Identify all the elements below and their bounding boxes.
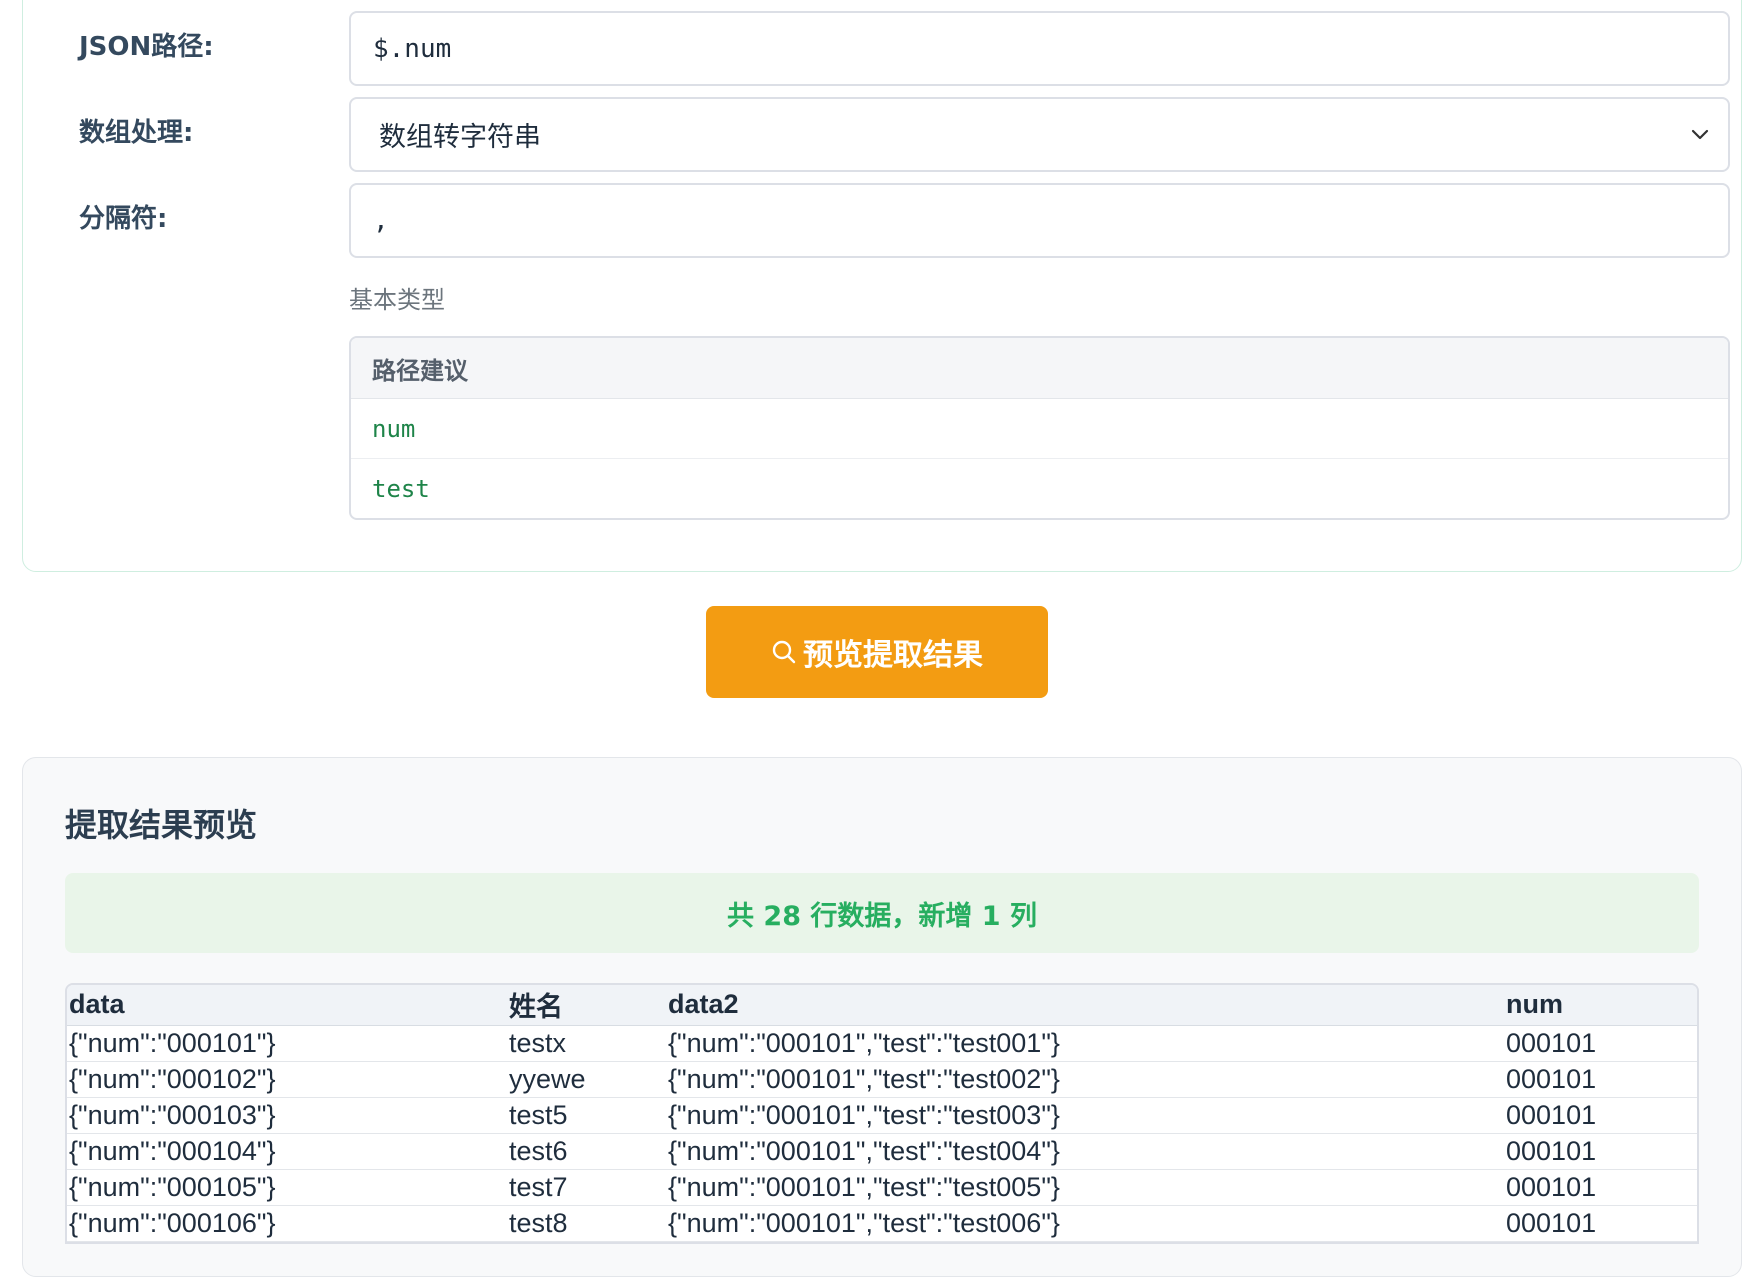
table-row: {"num":"000104"} test6 {"num":"000101","… (67, 1133, 1697, 1170)
array-handling-selected: 数组转字符串 (379, 122, 541, 153)
result-preview-card: 提取结果预览 共 28 行数据，新增 1 列 data 姓名 data2 num… (22, 757, 1742, 1277)
table-cell: {"num":"000101","test":"test002"} (666, 1061, 1504, 1098)
table-cell: 000101 (1504, 1133, 1697, 1170)
separator-value: , (373, 205, 389, 236)
table-cell: {"num":"000101","test":"test001"} (666, 1025, 1504, 1062)
table-cell: {"num":"000101","test":"test005"} (666, 1169, 1504, 1206)
chevron-down-icon (1690, 125, 1710, 145)
array-handling-label: 数组处理: (79, 118, 194, 148)
column-header: num (1504, 985, 1697, 1026)
table-cell: {"num":"000101"} (67, 1025, 507, 1062)
result-table: data 姓名 data2 num {"num":"000101"} testx… (65, 983, 1699, 1244)
table-cell: 000101 (1504, 1025, 1697, 1062)
path-suggestion-item[interactable]: test (351, 459, 1728, 518)
table-cell: 000101 (1504, 1097, 1697, 1134)
column-header: data (67, 985, 507, 1026)
table-row: {"num":"000102"} yyewe {"num":"000101","… (67, 1061, 1697, 1098)
table-cell: {"num":"000101","test":"test003"} (666, 1097, 1504, 1134)
json-path-value: $.num (373, 33, 452, 64)
table-cell: {"num":"000101","test":"test004"} (666, 1133, 1504, 1170)
table-cell: 000101 (1504, 1205, 1697, 1242)
table-cell: test8 (507, 1205, 666, 1242)
table-row: {"num":"000103"} test5 {"num":"000101","… (67, 1097, 1697, 1134)
table-cell: testx (507, 1025, 666, 1062)
table-cell: test7 (507, 1169, 666, 1206)
result-summary: 共 28 行数据，新增 1 列 (65, 873, 1699, 953)
preview-extract-label: 预览提取结果 (803, 639, 983, 672)
type-hint: 基本类型 (349, 286, 445, 314)
preview-extract-button[interactable]: 预览提取结果 (706, 606, 1048, 698)
json-path-label: JSON路径: (79, 32, 214, 62)
json-path-input[interactable]: $.num (349, 11, 1730, 86)
search-icon (771, 639, 797, 665)
table-cell: {"num":"000103"} (67, 1097, 507, 1134)
result-title: 提取结果预览 (65, 806, 258, 844)
table-cell: {"num":"000102"} (67, 1061, 507, 1098)
table-cell: {"num":"000104"} (67, 1133, 507, 1170)
separator-input[interactable]: , (349, 183, 1730, 258)
table-header-row: data 姓名 data2 num (67, 985, 1697, 1026)
path-suggestions: 路径建议 num test (349, 336, 1730, 520)
extraction-config-card: JSON路径: $.num 数组处理: 数组转字符串 分隔符: , 基本类型 路… (22, 0, 1742, 572)
table-row: {"num":"000106"} test8 {"num":"000101","… (67, 1205, 1697, 1242)
path-suggestions-header: 路径建议 (351, 338, 1728, 399)
path-suggestion-item[interactable]: num (351, 399, 1728, 459)
table-cell: 000101 (1504, 1169, 1697, 1206)
table-cell: test5 (507, 1097, 666, 1134)
separator-label: 分隔符: (79, 204, 168, 234)
column-header: 姓名 (507, 985, 666, 1026)
table-cell: yyewe (507, 1061, 666, 1098)
table-row: {"num":"000101"} testx {"num":"000101","… (67, 1025, 1697, 1062)
table-cell: {"num":"000106"} (67, 1205, 507, 1242)
table-cell: {"num":"000105"} (67, 1169, 507, 1206)
column-header: data2 (666, 985, 1504, 1026)
table-row: {"num":"000105"} test7 {"num":"000101","… (67, 1169, 1697, 1206)
array-handling-select[interactable]: 数组转字符串 (349, 97, 1730, 172)
table-cell: test6 (507, 1133, 666, 1170)
table-cell: {"num":"000101","test":"test006"} (666, 1205, 1504, 1242)
table-cell: 000101 (1504, 1061, 1697, 1098)
